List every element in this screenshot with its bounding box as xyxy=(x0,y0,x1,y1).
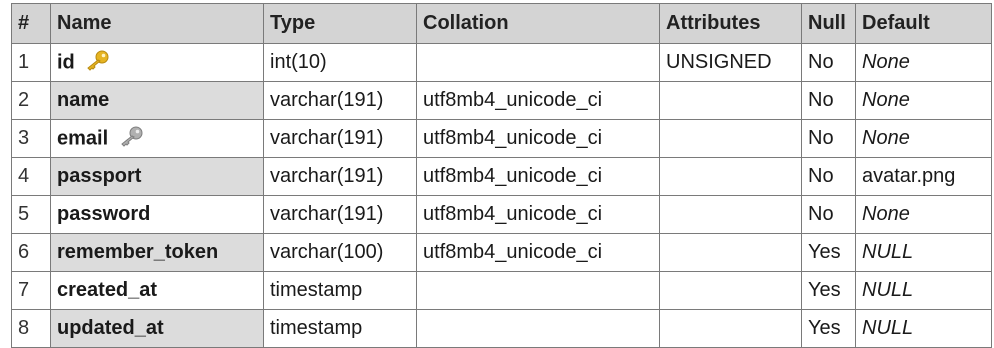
field-type: int(10) xyxy=(263,43,417,82)
field-name-cell[interactable]: password xyxy=(50,195,264,234)
field-name: id xyxy=(57,50,75,73)
field-type: varchar(191) xyxy=(263,195,417,234)
field-attributes xyxy=(659,309,802,348)
field-null: Yes xyxy=(801,309,856,348)
field-collation: utf8mb4_unicode_ci xyxy=(416,195,660,234)
column-header-type[interactable]: Type xyxy=(263,3,417,44)
field-attributes xyxy=(659,81,802,120)
field-attributes xyxy=(659,157,802,196)
field-null: No xyxy=(801,43,856,82)
field-collation: utf8mb4_unicode_ci xyxy=(416,157,660,196)
field-name-cell[interactable]: email xyxy=(50,119,264,158)
field-attributes xyxy=(659,119,802,158)
field-name: remember_token xyxy=(57,241,219,263)
field-type: varchar(191) xyxy=(263,81,417,120)
header-row: # Name Type Collation Attributes Null De… xyxy=(11,3,992,44)
column-header-name[interactable]: Name xyxy=(50,3,264,44)
table-row[interactable]: 1 id int(10) UNSIGNED No None xyxy=(11,43,992,82)
column-header-collation[interactable]: Collation xyxy=(416,3,660,44)
field-collation xyxy=(416,309,660,348)
field-name-cell[interactable]: name xyxy=(50,81,264,120)
field-name: password xyxy=(57,203,151,225)
field-type: varchar(100) xyxy=(263,233,417,272)
field-default: None xyxy=(855,43,992,82)
table-row[interactable]: 5 password varchar(191) utf8mb4_unicode_… xyxy=(11,195,992,234)
field-default: NULL xyxy=(855,309,992,348)
field-name: created_at xyxy=(57,279,158,301)
table-row[interactable]: 2 name varchar(191) utf8mb4_unicode_ci N… xyxy=(11,81,992,120)
field-name-cell[interactable]: id xyxy=(50,43,264,82)
row-number: 6 xyxy=(11,233,51,272)
field-null: No xyxy=(801,195,856,234)
field-attributes xyxy=(659,233,802,272)
field-attributes xyxy=(659,271,802,310)
unique-key-icon xyxy=(118,125,144,153)
field-default: None xyxy=(855,81,992,120)
column-header-number[interactable]: # xyxy=(11,3,51,44)
table-row[interactable]: 6 remember_token varchar(100) utf8mb4_un… xyxy=(11,233,992,272)
field-name: updated_at xyxy=(57,317,164,339)
field-name-cell[interactable]: remember_token xyxy=(50,233,264,272)
row-number: 5 xyxy=(11,195,51,234)
row-number: 8 xyxy=(11,309,51,348)
table-structure-panel: # Name Type Collation Attributes Null De… xyxy=(0,0,994,348)
field-name: email xyxy=(57,126,109,149)
column-header-null[interactable]: Null xyxy=(801,3,856,44)
column-header-attributes[interactable]: Attributes xyxy=(659,3,802,44)
field-type: timestamp xyxy=(263,271,417,310)
field-null: Yes xyxy=(801,233,856,272)
field-collation xyxy=(416,271,660,310)
row-number: 3 xyxy=(11,119,51,158)
field-type: varchar(191) xyxy=(263,119,417,158)
field-collation: utf8mb4_unicode_ci xyxy=(416,81,660,120)
row-number: 1 xyxy=(11,43,51,82)
structure-table: # Name Type Collation Attributes Null De… xyxy=(11,3,992,348)
field-collation xyxy=(416,43,660,82)
table-row[interactable]: 7 created_at timestamp Yes NULL xyxy=(11,271,992,310)
field-null: Yes xyxy=(801,271,856,310)
row-number: 4 xyxy=(11,157,51,196)
field-default: avatar.png xyxy=(855,157,992,196)
field-attributes xyxy=(659,195,802,234)
field-name-cell[interactable]: updated_at xyxy=(50,309,264,348)
primary-key-icon xyxy=(84,49,110,77)
field-default: NULL xyxy=(855,233,992,272)
column-header-default[interactable]: Default xyxy=(855,3,992,44)
field-null: No xyxy=(801,81,856,120)
field-default: None xyxy=(855,195,992,234)
table-row[interactable]: 4 passport varchar(191) utf8mb4_unicode_… xyxy=(11,157,992,196)
field-null: No xyxy=(801,119,856,158)
field-name: name xyxy=(57,89,110,111)
field-type: timestamp xyxy=(263,309,417,348)
field-default: NULL xyxy=(855,271,992,310)
field-name-cell[interactable]: passport xyxy=(50,157,264,196)
field-name-cell[interactable]: created_at xyxy=(50,271,264,310)
field-collation: utf8mb4_unicode_ci xyxy=(416,233,660,272)
field-collation: utf8mb4_unicode_ci xyxy=(416,119,660,158)
row-number: 2 xyxy=(11,81,51,120)
field-name: passport xyxy=(57,165,142,187)
field-attributes: UNSIGNED xyxy=(659,43,802,82)
field-null: No xyxy=(801,157,856,196)
row-number: 7 xyxy=(11,271,51,310)
table-row[interactable]: 3 email varchar(191) utf8mb4_unicode_ci … xyxy=(11,119,992,158)
field-default: None xyxy=(855,119,992,158)
field-type: varchar(191) xyxy=(263,157,417,196)
table-row[interactable]: 8 updated_at timestamp Yes NULL xyxy=(11,309,992,348)
